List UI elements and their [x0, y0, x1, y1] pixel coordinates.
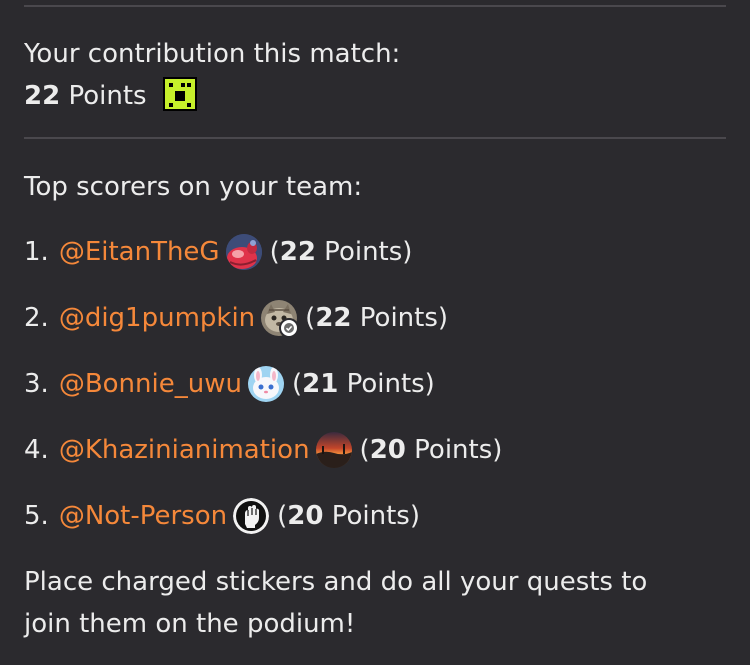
scorer-rank: 3. — [24, 369, 49, 399]
sunset-avatar[interactable] — [315, 432, 352, 468]
red-character-avatar[interactable] — [225, 234, 262, 270]
scorer-row: 5. @Not-Person ( 20 Points) — [24, 496, 420, 536]
scorer-points-value: 22 — [279, 237, 316, 267]
scorer-points-value: 20 — [369, 435, 406, 465]
verified-badge-icon — [279, 318, 300, 338]
scorer-points-open: ( — [277, 501, 288, 531]
scorer-rank: 2. — [24, 303, 49, 333]
scorer-row: 4. @Khazinianimation ( 20 Points) — [24, 430, 502, 470]
scorer-points-unit: Points) — [405, 435, 503, 465]
raised-fist-avatar[interactable] — [233, 498, 270, 534]
scorer-points-open: ( — [291, 369, 303, 399]
scorer-row: 1. @EitanTheG ( 22 Points) — [24, 232, 412, 272]
middle-divider — [24, 137, 726, 139]
scorer-points-value: 22 — [315, 303, 352, 333]
scorer-row: 2. @dig1pumpkin ( 22 Points) — [24, 298, 448, 338]
tabby-cat-avatar[interactable] — [261, 300, 300, 338]
scorer-handle-link[interactable]: @Not-Person — [59, 501, 227, 531]
scorer-handle-link[interactable]: @dig1pumpkin — [59, 303, 255, 333]
contribution-points-unit: Points — [68, 81, 147, 111]
scorer-handle-link[interactable]: @EitanTheG — [59, 237, 220, 267]
scorer-rank: 1. — [24, 237, 49, 267]
scorer-handle-link[interactable]: @Bonnie_uwu — [59, 369, 242, 399]
scorer-points-open: ( — [269, 237, 280, 267]
pixel-smiley-icon — [162, 76, 197, 111]
scorer-points-unit: Points) — [323, 501, 420, 531]
scorer-points-value: 21 — [302, 369, 339, 399]
contribution-heading: Your contribution this match: — [24, 39, 401, 69]
scorer-points-unit: Points) — [315, 237, 413, 267]
scorer-rank: 4. — [24, 435, 49, 465]
contribution-points: 22 Points — [24, 76, 197, 114]
contribution-points-value: 22 — [24, 81, 61, 111]
top-divider — [24, 5, 726, 7]
scorer-points-open: ( — [305, 303, 316, 333]
scorer-row: 3. @Bonnie_uwu ( 21 Points) — [24, 364, 435, 404]
scorer-points-open: ( — [359, 435, 370, 465]
white-bunny-avatar[interactable] — [247, 366, 284, 402]
scorer-points-unit: Points) — [338, 369, 435, 399]
footer-text-line-2: join them on the podium! — [24, 609, 356, 639]
scorer-rank: 5. — [24, 501, 49, 531]
footer-text-line-1: Place charged stickers and do all your q… — [24, 567, 648, 597]
scorer-points-unit: Points) — [351, 303, 449, 333]
top-scorers-heading: Top scorers on your team: — [24, 172, 363, 202]
scorer-handle-link[interactable]: @Khazinianimation — [59, 435, 310, 465]
scorer-points-value: 20 — [287, 501, 324, 531]
